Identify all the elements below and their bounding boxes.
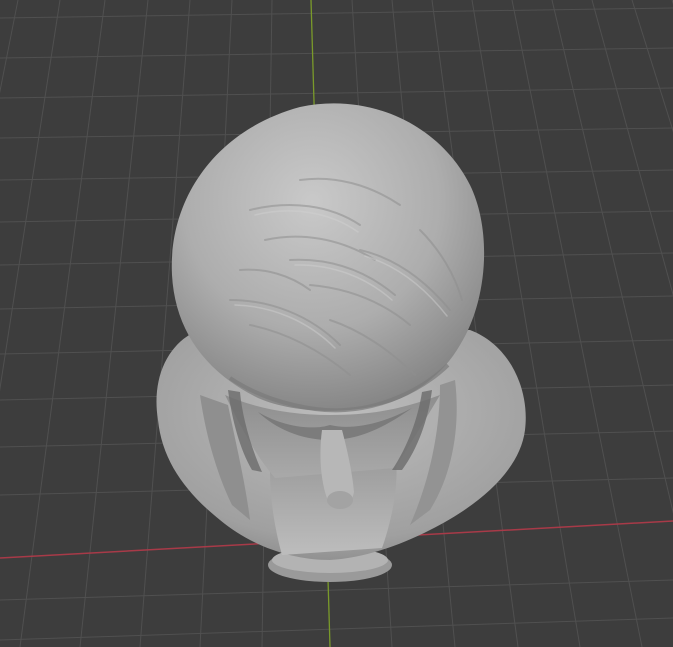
3d-viewport[interactable] — [0, 0, 673, 647]
viewport-canvas[interactable] — [0, 0, 673, 647]
